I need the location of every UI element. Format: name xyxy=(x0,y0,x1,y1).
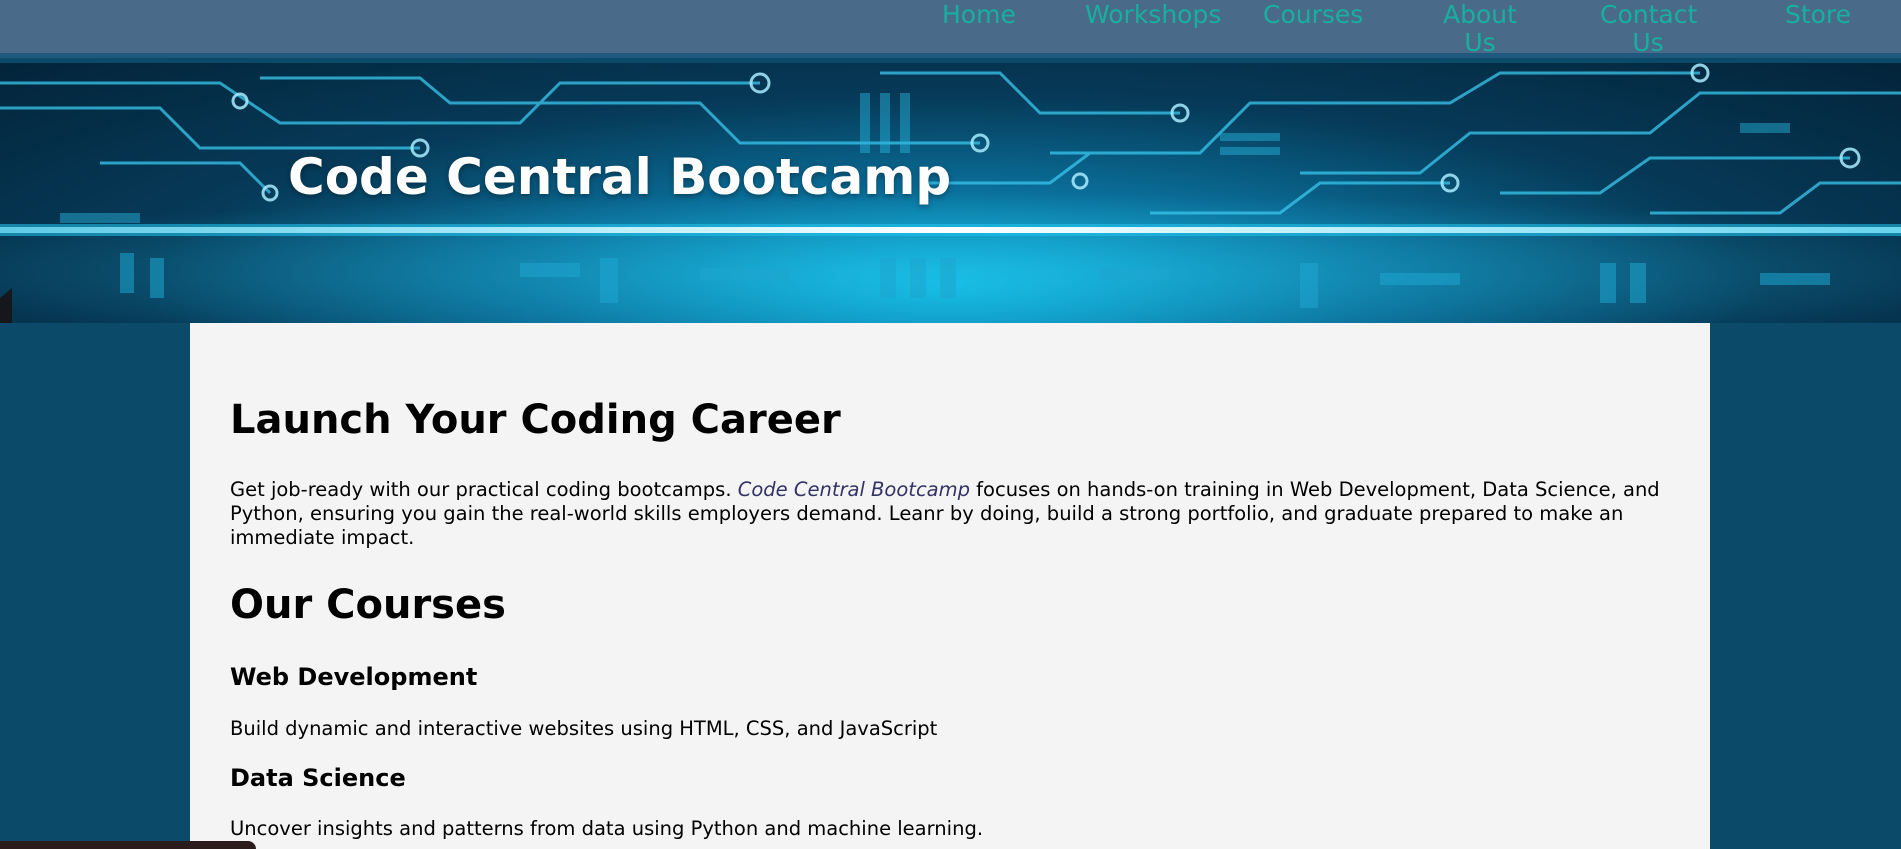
course-description-web-development: Build dynamic and interactive websites u… xyxy=(230,717,938,740)
course-title-data-science: Data Science xyxy=(230,764,406,792)
main-content: Launch Your Coding Career Get job-ready … xyxy=(190,323,1710,849)
nav-about-us-link[interactable]: About Us xyxy=(1425,1,1535,57)
nav-workshops-link[interactable]: Workshops xyxy=(1085,1,1221,29)
nav-store-link[interactable]: Store xyxy=(1783,1,1853,29)
course-title-web-development: Web Development xyxy=(230,663,478,691)
intro-text-start: Get job-ready with our practical coding … xyxy=(230,478,738,501)
hero-banner: Code Central Bootcamp xyxy=(0,63,1901,323)
page-heading: Launch Your Coding Career xyxy=(230,397,841,443)
nav-contact-us-link[interactable]: Contact Us xyxy=(1600,1,1697,57)
site-title: Code Central Bootcamp xyxy=(288,148,952,206)
course-description-data-science: Uncover insights and patterns from data … xyxy=(230,817,984,840)
courses-heading: Our Courses xyxy=(230,582,506,628)
intro-paragraph: Get job-ready with our practical coding … xyxy=(230,478,1680,550)
nav-courses-link[interactable]: Courses xyxy=(1263,1,1363,29)
nav-home-link[interactable]: Home xyxy=(942,1,1016,29)
top-navigation: Home Workshops Courses About Us Contact … xyxy=(0,0,1901,58)
brand-link[interactable]: Code Central Bootcamp xyxy=(738,478,970,501)
page: Home Workshops Courses About Us Contact … xyxy=(0,0,1901,849)
overlay-corner xyxy=(0,841,256,849)
